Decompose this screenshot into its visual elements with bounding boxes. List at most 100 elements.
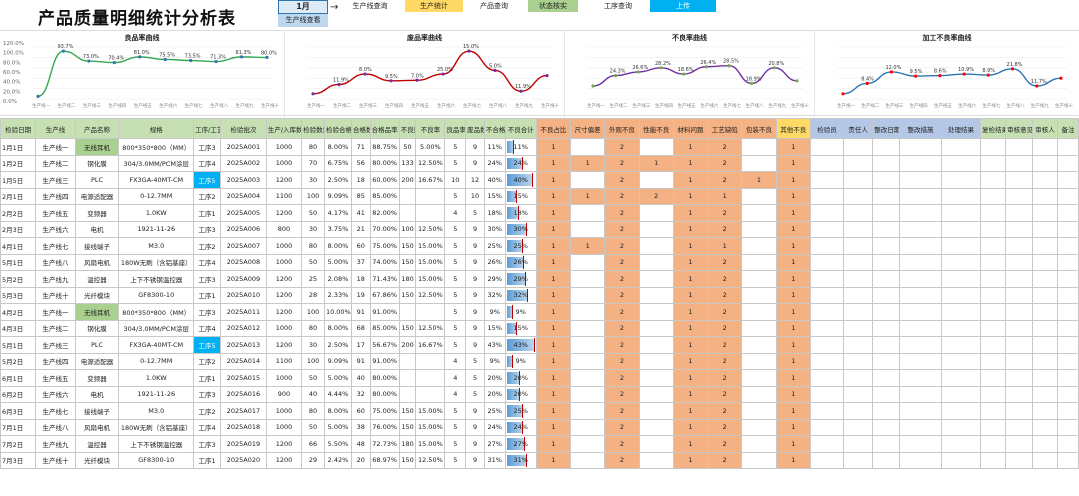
column-header[interactable]: 整改措施 xyxy=(899,118,942,139)
table-cell[interactable] xyxy=(809,204,845,222)
table-cell[interactable]: 76.00% xyxy=(369,418,400,436)
table-cell[interactable]: 1 xyxy=(672,154,709,172)
table-cell[interactable] xyxy=(899,418,942,436)
table-cell[interactable]: 2 xyxy=(707,286,743,304)
table-cell[interactable]: 200 xyxy=(398,336,417,354)
table-cell[interactable]: 接线端子 xyxy=(74,237,120,255)
table-cell[interactable]: 20% xyxy=(504,385,537,403)
table-cell[interactable]: 304/3.0MM/PCM涂层 xyxy=(118,154,195,172)
production-stats-button[interactable]: 生产统计 xyxy=(405,0,463,12)
table-cell[interactable] xyxy=(638,435,674,453)
table-cell[interactable] xyxy=(1057,336,1079,354)
table-cell[interactable] xyxy=(1057,352,1079,370)
table-cell[interactable] xyxy=(1005,270,1034,288)
table-cell[interactable]: 25% xyxy=(504,237,537,255)
table-cell[interactable]: 9 xyxy=(465,319,485,337)
table-cell[interactable] xyxy=(638,369,674,387)
table-cell[interactable]: 1 xyxy=(775,418,811,436)
table-cell[interactable]: 9 xyxy=(465,237,485,255)
table-cell[interactable]: 1 xyxy=(672,187,709,205)
column-header[interactable]: 工艺缺陷 xyxy=(707,118,743,139)
table-cell[interactable]: 2025A009 xyxy=(220,270,267,288)
table-cell[interactable]: 5月1日 xyxy=(0,253,37,271)
table-cell[interactable]: 无线耳机 xyxy=(74,138,120,156)
table-cell[interactable] xyxy=(638,138,674,156)
table-cell[interactable]: 生产线一 xyxy=(35,303,76,321)
table-cell[interactable]: 9 xyxy=(465,451,485,469)
table-cell[interactable] xyxy=(980,435,1007,453)
table-cell[interactable]: 28 xyxy=(301,286,325,304)
table-cell[interactable]: 光纤模块 xyxy=(74,451,120,469)
table-cell[interactable] xyxy=(741,187,777,205)
table-cell[interactable]: 1000 xyxy=(265,138,303,156)
table-cell[interactable]: 200 xyxy=(398,171,417,189)
table-cell[interactable] xyxy=(899,138,942,156)
table-cell[interactable]: 2 xyxy=(707,220,743,238)
table-cell[interactable] xyxy=(570,336,606,354)
table-cell[interactable]: 91 xyxy=(350,352,371,370)
table-cell[interactable]: 4.17% xyxy=(323,204,352,222)
table-cell[interactable]: 2 xyxy=(707,253,743,271)
table-cell[interactable]: 5 xyxy=(465,385,485,403)
table-row[interactable]: 1月1日 生产线一 无线耳机 800*350*800（MM） 工序3 2025A001 10… xyxy=(0,138,1079,156)
table-cell[interactable] xyxy=(1032,336,1059,354)
table-cell[interactable]: 无线耳机 xyxy=(74,303,120,321)
column-header[interactable]: 产品名称 xyxy=(74,118,120,139)
table-cell[interactable] xyxy=(570,303,606,321)
table-cell[interactable]: 25 xyxy=(301,270,325,288)
table-cell[interactable] xyxy=(638,451,674,469)
table-cell[interactable]: 1 xyxy=(535,204,572,222)
table-cell[interactable]: PLC xyxy=(74,171,120,189)
table-cell[interactable] xyxy=(638,286,674,304)
table-cell[interactable] xyxy=(940,237,982,255)
table-cell[interactable] xyxy=(872,352,901,370)
table-cell[interactable]: 800*350*800（MM） xyxy=(118,138,195,156)
table-cell[interactable]: 20% xyxy=(483,385,506,403)
table-cell[interactable]: 1200 xyxy=(265,204,303,222)
table-cell[interactable] xyxy=(1057,435,1079,453)
table-cell[interactable]: 1 xyxy=(775,369,811,387)
table-cell[interactable]: 75.00% xyxy=(369,237,400,255)
table-cell[interactable]: 40 xyxy=(350,369,371,387)
table-cell[interactable]: 1 xyxy=(672,303,709,321)
table-cell[interactable] xyxy=(809,451,845,469)
table-row[interactable]: 5月1日 生产线三 PLC FX3GA-40MT-CM 工序5 2025A013 1200 3… xyxy=(0,336,1079,354)
table-cell[interactable]: 24% xyxy=(483,418,506,436)
table-cell[interactable]: 9.09% xyxy=(323,352,352,370)
table-cell[interactable]: 1 xyxy=(672,402,709,420)
table-cell[interactable] xyxy=(570,286,606,304)
table-cell[interactable]: 180 xyxy=(398,270,417,288)
table-cell[interactable] xyxy=(741,270,777,288)
table-cell[interactable]: 67.86% xyxy=(369,286,400,304)
table-cell[interactable]: 工序3 xyxy=(193,303,222,321)
table-cell[interactable] xyxy=(980,402,1007,420)
table-cell[interactable] xyxy=(1032,402,1059,420)
table-cell[interactable] xyxy=(1005,435,1034,453)
table-cell[interactable]: 5 xyxy=(444,319,467,337)
table-cell[interactable] xyxy=(940,336,982,354)
table-cell[interactable]: 1 xyxy=(535,286,572,304)
table-cell[interactable]: 工序3 xyxy=(193,270,222,288)
table-cell[interactable]: 1 xyxy=(775,402,811,420)
table-cell[interactable] xyxy=(741,204,777,222)
table-cell[interactable] xyxy=(570,138,606,156)
table-cell[interactable] xyxy=(1005,319,1034,337)
table-cell[interactable]: 工序4 xyxy=(193,319,222,337)
column-header[interactable]: 处理结果 xyxy=(940,118,982,139)
table-cell[interactable]: 80.00% xyxy=(369,369,400,387)
table-cell[interactable]: M3.0 xyxy=(118,402,195,420)
table-cell[interactable]: 4月3日 xyxy=(0,319,37,337)
table-cell[interactable]: 1 xyxy=(570,237,606,255)
table-cell[interactable]: 180W无刷（含铝基座） xyxy=(118,418,195,436)
table-row[interactable]: 4月2日 生产线一 无线耳机 800*350*800（MM） 工序3 2025A011 12… xyxy=(0,303,1079,321)
table-cell[interactable]: 1 xyxy=(672,336,709,354)
upload-button[interactable]: 上传 xyxy=(650,0,716,12)
table-cell[interactable] xyxy=(843,319,874,337)
table-cell[interactable] xyxy=(940,319,982,337)
table-cell[interactable] xyxy=(843,418,874,436)
table-cell[interactable] xyxy=(940,303,982,321)
table-cell[interactable]: 15.00% xyxy=(415,253,446,271)
table-cell[interactable]: 2 xyxy=(604,154,640,172)
table-cell[interactable]: 6月3日 xyxy=(0,402,37,420)
table-cell[interactable]: 2 xyxy=(707,154,743,172)
